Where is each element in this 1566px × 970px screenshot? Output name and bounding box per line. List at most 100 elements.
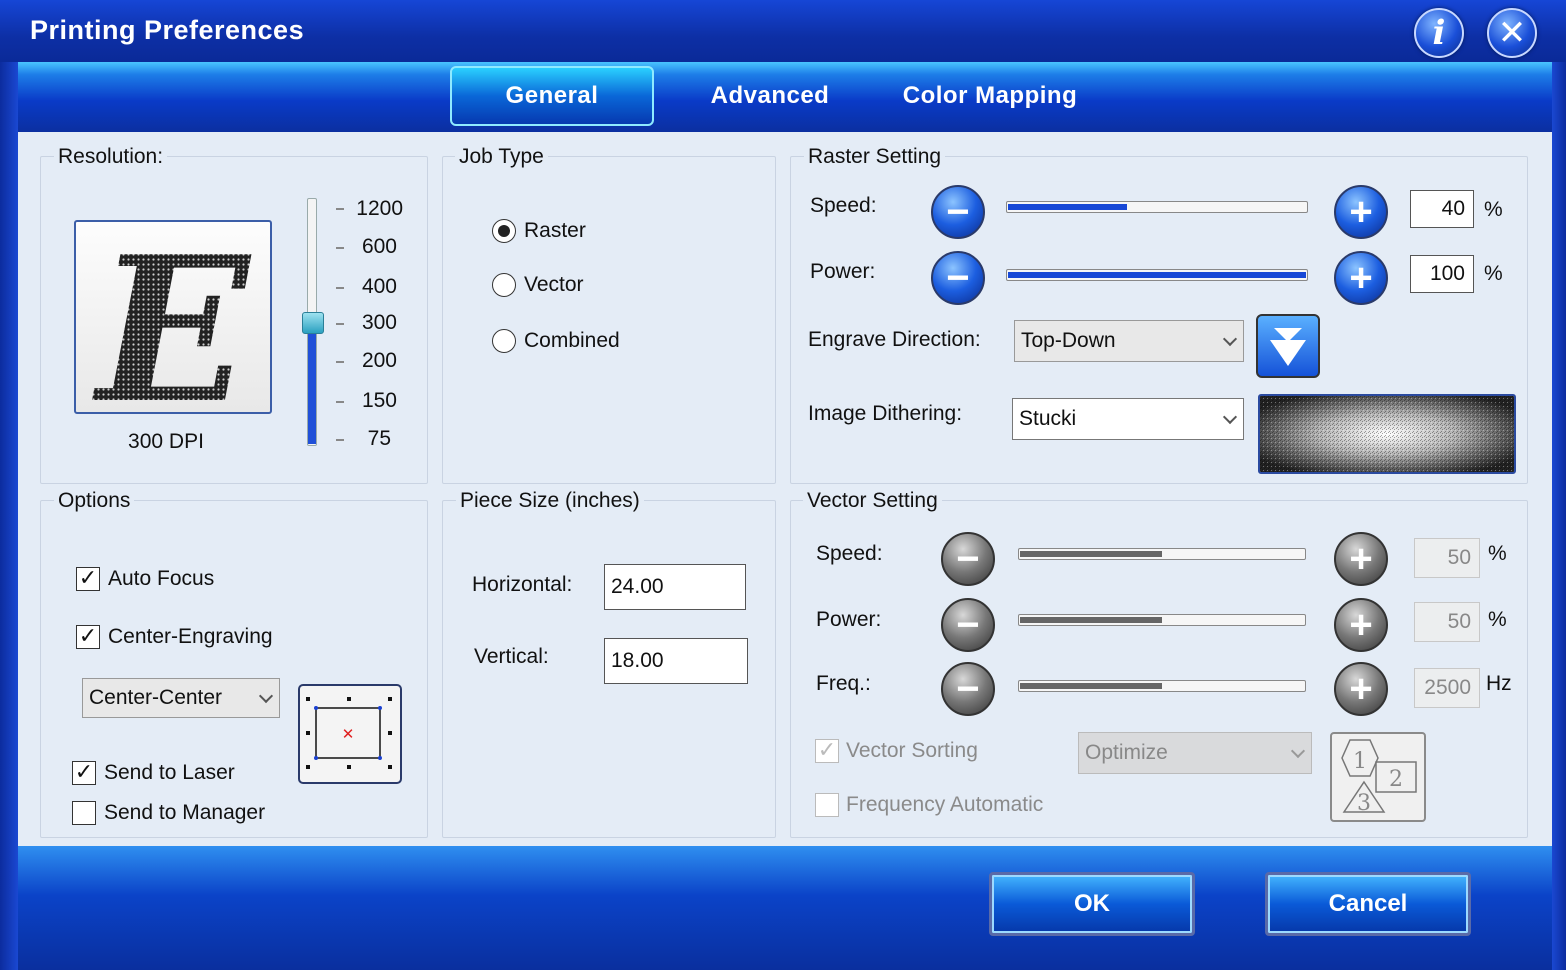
frequency-automatic-checkbox[interactable]: [815, 793, 839, 817]
chevron-down-icon: [1222, 331, 1238, 347]
raster-speed-unit: %: [1484, 198, 1503, 221]
chevron-down-icon: [258, 688, 274, 704]
plus-icon: +: [1349, 603, 1373, 647]
raster-speed-decrease-button[interactable]: −: [931, 185, 985, 239]
dpi-option-400: 400: [361, 275, 397, 298]
cancel-button[interactable]: Cancel: [1265, 872, 1471, 936]
radio-raster-label[interactable]: Raster: [524, 219, 586, 243]
job-type-group: [442, 156, 776, 484]
arrow-down-icon: [1270, 328, 1306, 366]
image-dithering-select[interactable]: Stucki: [1012, 398, 1244, 440]
vector-power-increase-button[interactable]: +: [1334, 598, 1388, 652]
send-to-manager-label[interactable]: Send to Manager: [104, 801, 265, 825]
center-position-button[interactable]: ✕: [298, 684, 402, 784]
dithering-preview-image: [1260, 396, 1514, 472]
window-title: Printing Preferences: [30, 15, 305, 45]
send-to-laser-checkbox[interactable]: ✓: [72, 761, 96, 785]
vector-sorting-checkbox[interactable]: ✓: [815, 739, 839, 763]
sort-order-icon: 1 2 3: [1341, 739, 1417, 816]
minus-icon: −: [956, 603, 980, 647]
raster-power-slider[interactable]: [1006, 269, 1308, 281]
raster-power-fill: [1008, 272, 1306, 278]
raster-speed-increase-button[interactable]: +: [1334, 185, 1388, 239]
send-to-manager-checkbox[interactable]: [72, 801, 96, 825]
center-engraving-checkbox[interactable]: ✓: [76, 625, 100, 649]
vector-power-slider[interactable]: [1018, 614, 1306, 626]
svg-text:2: 2: [1389, 767, 1403, 792]
vector-freq-label: Freq.:: [816, 672, 871, 695]
dpi-option-200: 200: [361, 349, 397, 372]
engrave-direction-button[interactable]: [1256, 314, 1320, 378]
vector-power-fill: [1020, 617, 1162, 623]
tab-advanced[interactable]: Advanced: [690, 66, 850, 126]
raster-speed-fill: [1008, 204, 1128, 210]
raster-power-decrease-button[interactable]: −: [931, 251, 985, 305]
options-label: Options: [54, 489, 135, 513]
radio-combined[interactable]: [492, 329, 516, 353]
vector-power-decrease-button[interactable]: −: [941, 598, 995, 652]
resolution-slider-fill: [308, 320, 316, 444]
options-group: [40, 500, 428, 838]
vector-freq-decrease-button[interactable]: −: [941, 662, 995, 716]
piece-size-label: Piece Size (inches): [456, 489, 644, 513]
vector-sorting-label[interactable]: Vector Sorting: [846, 739, 978, 763]
resolution-label: Resolution:: [54, 145, 168, 169]
engrave-direction-label: Engrave Direction:: [808, 328, 981, 351]
chevron-down-icon: [1290, 743, 1306, 759]
vector-sorting-value: Optimize: [1085, 741, 1168, 764]
close-button[interactable]: ✕: [1487, 8, 1537, 58]
preview-letter: E: [92, 222, 252, 412]
vertical-input[interactable]: 18.00: [604, 638, 748, 684]
image-dithering-label: Image Dithering:: [808, 402, 963, 425]
horizontal-input[interactable]: 24.00: [604, 564, 746, 610]
tab-color-mapping[interactable]: Color Mapping: [890, 66, 1090, 126]
raster-power-increase-button[interactable]: +: [1334, 251, 1388, 305]
radio-raster[interactable]: [492, 219, 516, 243]
svg-text:✕: ✕: [342, 725, 355, 743]
vector-sorting-order-button[interactable]: 1 2 3: [1330, 732, 1426, 822]
plus-icon: +: [1349, 190, 1373, 234]
vector-power-label: Power:: [816, 608, 882, 631]
auto-focus-label[interactable]: Auto Focus: [108, 567, 214, 591]
close-icon: ✕: [1497, 14, 1527, 52]
raster-power-unit: %: [1484, 262, 1503, 285]
vector-speed-increase-button[interactable]: +: [1334, 532, 1388, 586]
vector-sorting-select[interactable]: Optimize: [1078, 732, 1312, 774]
info-button[interactable]: i: [1414, 8, 1464, 58]
radio-vector-label[interactable]: Vector: [524, 273, 584, 297]
raster-power-input[interactable]: 100: [1410, 255, 1474, 293]
vertical-label: Vertical:: [474, 645, 549, 668]
minus-icon: −: [946, 256, 970, 300]
engrave-direction-value: Top-Down: [1021, 329, 1116, 352]
minus-icon: −: [956, 537, 980, 581]
engrave-direction-select[interactable]: Top-Down: [1014, 320, 1244, 362]
vector-freq-fill: [1020, 683, 1162, 689]
vector-speed-slider[interactable]: [1018, 548, 1306, 560]
svg-text:1: 1: [1353, 749, 1367, 774]
resolution-slider-thumb[interactable]: [302, 312, 324, 334]
ok-button[interactable]: OK: [989, 872, 1195, 936]
vector-power-unit: %: [1488, 608, 1507, 631]
vector-speed-decrease-button[interactable]: −: [941, 532, 995, 586]
tab-general[interactable]: General: [450, 66, 654, 126]
vector-freq-slider[interactable]: [1018, 680, 1306, 692]
dpi-option-300: 300: [361, 311, 397, 334]
vector-speed-unit: %: [1488, 542, 1507, 565]
raster-speed-slider[interactable]: [1006, 201, 1308, 213]
auto-focus-checkbox[interactable]: ✓: [76, 567, 100, 591]
vector-power-input[interactable]: 50: [1414, 602, 1480, 642]
vector-speed-label: Speed:: [816, 542, 883, 565]
vector-freq-input[interactable]: 2500: [1414, 668, 1480, 708]
send-to-laser-label[interactable]: Send to Laser: [104, 761, 235, 785]
frequency-automatic-label[interactable]: Frequency Automatic: [846, 793, 1043, 817]
radio-vector[interactable]: [492, 273, 516, 297]
svg-text:3: 3: [1357, 791, 1371, 816]
vector-freq-increase-button[interactable]: +: [1334, 662, 1388, 716]
raster-speed-input[interactable]: 40: [1410, 190, 1474, 228]
dpi-option-150: 150: [361, 389, 397, 412]
radio-combined-label[interactable]: Combined: [524, 329, 620, 353]
resolution-preview-button[interactable]: E: [74, 213, 272, 448]
center-mode-select[interactable]: Center-Center: [82, 678, 280, 718]
vector-speed-input[interactable]: 50: [1414, 538, 1480, 578]
center-engraving-label[interactable]: Center-Engraving: [108, 625, 273, 649]
